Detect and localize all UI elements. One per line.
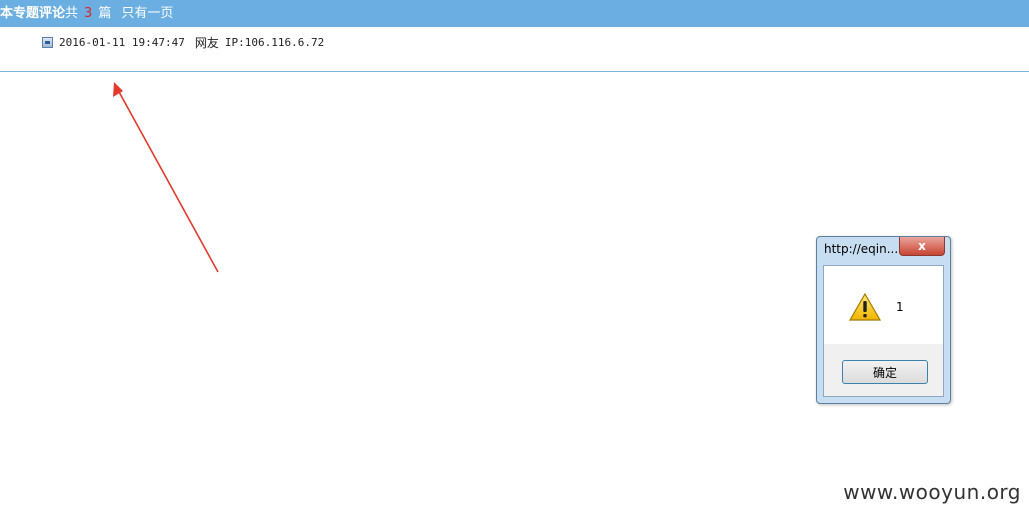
- page: 本专题评论共 3 篇只有一页 2016-01-11 19:47:47 网友 IP:1…: [0, 0, 1029, 522]
- dialog-body: 1 确定: [823, 265, 944, 397]
- dialog-title: http://eqin...: [824, 242, 899, 256]
- close-icon: x: [918, 239, 926, 253]
- warning-icon: [849, 293, 881, 321]
- dialog-message: 1: [896, 300, 904, 314]
- arrow-shaft: [117, 89, 219, 273]
- watermark: www.wooyun.org: [843, 480, 1021, 504]
- alert-dialog: http://eqin... x 1 确定: [816, 236, 951, 404]
- close-button[interactable]: x: [899, 237, 945, 256]
- ok-button[interactable]: 确定: [842, 360, 928, 384]
- dialog-content: 1: [824, 266, 943, 344]
